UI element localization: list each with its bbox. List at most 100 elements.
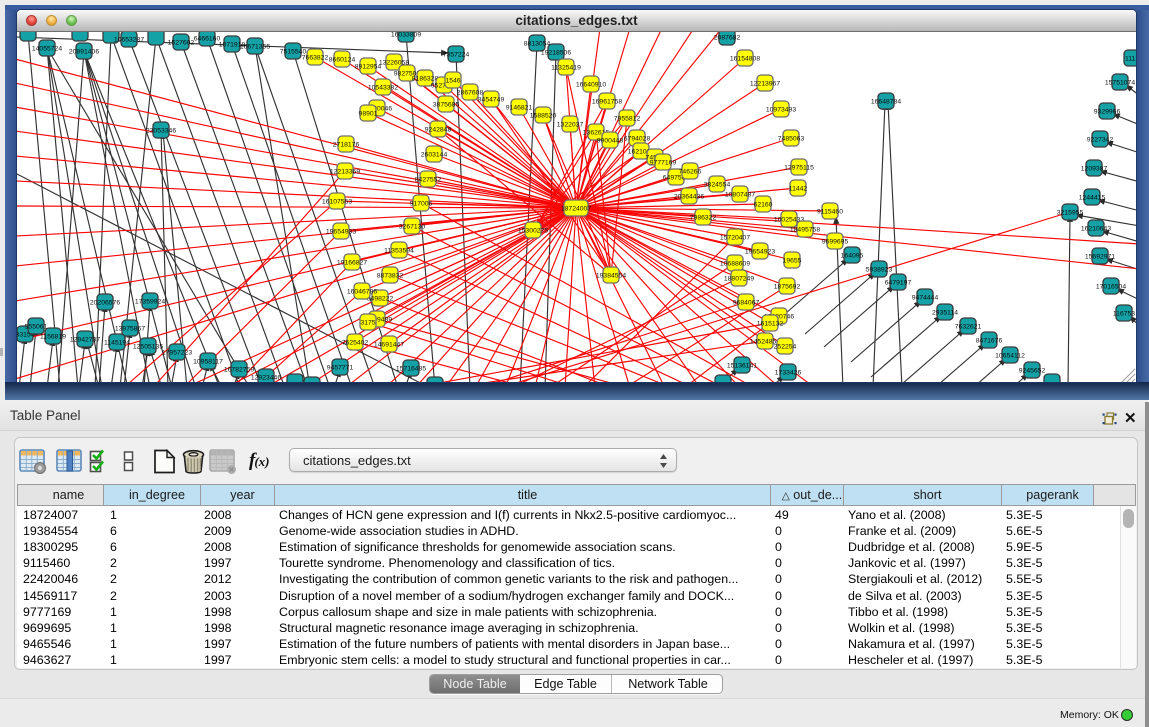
svg-text:12505135: 12505135 xyxy=(133,343,163,350)
svg-text:164095: 164095 xyxy=(841,252,864,259)
svg-text:8498222: 8498222 xyxy=(367,295,394,302)
svg-text:252254: 252254 xyxy=(774,343,797,350)
svg-text:1322037: 1322037 xyxy=(557,121,584,128)
svg-text:10654112: 10654112 xyxy=(995,352,1025,359)
svg-text:15136141: 15136141 xyxy=(727,362,757,369)
svg-text:13975867: 13975867 xyxy=(115,325,145,332)
svg-text:15751074: 15751074 xyxy=(1105,79,1135,86)
svg-text:12923446: 12923446 xyxy=(251,374,281,381)
svg-text:9474444: 9474444 xyxy=(912,294,939,301)
svg-text:12213967: 12213967 xyxy=(750,80,780,87)
svg-text:7663822: 7663822 xyxy=(302,54,329,61)
svg-text:17957223: 17957223 xyxy=(162,349,192,356)
svg-text:1244415: 1244415 xyxy=(1079,194,1106,201)
svg-text:19655: 19655 xyxy=(783,257,802,264)
svg-text:12213369: 12213369 xyxy=(330,168,360,175)
svg-text:20364436: 20364436 xyxy=(674,193,704,200)
svg-text:16033809: 16033809 xyxy=(391,32,421,38)
svg-text:19654923: 19654923 xyxy=(745,248,775,255)
svg-text:3215955: 3215955 xyxy=(1057,209,1084,216)
svg-text:11442: 11442 xyxy=(789,185,808,192)
svg-text:20206576: 20206576 xyxy=(90,299,120,306)
svg-text:6794028: 6794028 xyxy=(624,135,651,142)
svg-text:9900448: 9900448 xyxy=(597,137,624,144)
svg-text:2935114: 2935114 xyxy=(932,309,958,316)
svg-text:7357224: 7357224 xyxy=(443,51,470,58)
svg-text:555061: 555061 xyxy=(25,323,48,330)
svg-text:17016504: 17016504 xyxy=(1096,283,1126,290)
svg-text:9329966: 9329966 xyxy=(1094,108,1121,115)
svg-text:19218506: 19218506 xyxy=(541,49,571,56)
svg-text:2718176: 2718176 xyxy=(333,141,360,148)
svg-text:14055724: 14055724 xyxy=(32,45,62,52)
svg-text:15692971: 15692971 xyxy=(1085,253,1115,260)
svg-text:10543382: 10543382 xyxy=(368,84,398,91)
svg-text:62160: 62160 xyxy=(754,201,773,208)
svg-text:18495758: 18495758 xyxy=(790,226,820,233)
svg-text:14691447: 14691447 xyxy=(374,341,404,348)
svg-text:9684067: 9684067 xyxy=(733,299,760,306)
svg-text:3267130: 3267130 xyxy=(399,223,426,230)
svg-text:10973493: 10973493 xyxy=(766,106,796,113)
svg-text:8813054: 8813054 xyxy=(524,40,551,47)
svg-text:11325419: 11325419 xyxy=(551,64,581,71)
svg-text:15300275: 15300275 xyxy=(518,227,548,234)
svg-text:19654933: 19654933 xyxy=(326,228,356,235)
svg-text:9227342: 9227342 xyxy=(1087,136,1114,143)
svg-text:7485063: 7485063 xyxy=(778,135,805,142)
svg-text:2087682: 2087682 xyxy=(714,34,741,41)
svg-text:8427552: 8427552 xyxy=(415,176,442,183)
svg-text:746266: 746266 xyxy=(679,168,702,175)
svg-text:1112: 1112 xyxy=(1125,55,1136,62)
svg-text:8471676: 8471676 xyxy=(976,337,1003,344)
svg-text:9777169: 9777169 xyxy=(650,159,677,166)
svg-text:6466160: 6466160 xyxy=(194,35,221,42)
svg-text:8454749: 8454749 xyxy=(478,96,505,103)
svg-text:12975115: 12975115 xyxy=(784,164,814,171)
svg-text:1527602: 1527602 xyxy=(168,39,195,46)
svg-text:8873832: 8873832 xyxy=(377,272,404,279)
svg-text:16961758: 16961758 xyxy=(592,98,622,105)
svg-text:19384554: 19384554 xyxy=(596,272,626,279)
svg-text:16107553: 16107553 xyxy=(322,198,352,205)
svg-text:8186328: 8186328 xyxy=(412,75,439,82)
svg-text:1145194: 1145194 xyxy=(104,339,130,346)
svg-text:1875692: 1875692 xyxy=(774,283,801,290)
svg-text:3875685: 3875685 xyxy=(433,101,460,108)
svg-text:5938923: 5938923 xyxy=(866,266,893,273)
svg-text:1733426: 1733426 xyxy=(775,369,802,376)
svg-text:9146821: 9146821 xyxy=(506,104,533,111)
svg-text:6479197: 6479197 xyxy=(885,279,912,286)
svg-text:20891406: 20891406 xyxy=(69,48,99,55)
svg-text:10653287: 10653287 xyxy=(114,36,144,43)
svg-text:16671355: 16671355 xyxy=(240,43,270,50)
svg-text:12942737: 12942737 xyxy=(70,336,100,343)
svg-text:116753: 116753 xyxy=(1113,310,1135,317)
svg-text:11353594: 11353594 xyxy=(384,247,414,254)
svg-text:10958117: 10958117 xyxy=(193,358,223,365)
svg-text:17359924: 17359924 xyxy=(135,298,165,305)
svg-text:16046786: 16046786 xyxy=(347,288,377,295)
svg-text:10807487: 10807487 xyxy=(725,191,755,198)
svg-text:9242848: 9242848 xyxy=(425,126,452,133)
svg-text:7625402: 7625402 xyxy=(342,339,369,346)
svg-text:7632621: 7632621 xyxy=(955,323,982,330)
svg-text:15720407: 15720407 xyxy=(720,234,750,241)
svg-text:2867608: 2867608 xyxy=(457,89,484,96)
svg-text:917006: 917006 xyxy=(410,200,433,207)
svg-text:2603144: 2603144 xyxy=(421,151,448,158)
svg-text:8660124: 8660124 xyxy=(329,56,356,63)
svg-text:1588520: 1588520 xyxy=(530,112,557,119)
svg-text:16648784: 16648784 xyxy=(871,98,901,105)
svg-text:1209387: 1209387 xyxy=(1081,165,1108,172)
svg-text:9457771: 9457771 xyxy=(327,364,354,371)
svg-text:18724007: 18724007 xyxy=(561,205,591,212)
svg-text:16782759: 16782759 xyxy=(224,366,254,373)
svg-text:98901: 98901 xyxy=(359,110,378,117)
svg-text:18807249: 18807249 xyxy=(724,275,754,282)
svg-text:16154808: 16154808 xyxy=(730,55,760,62)
svg-text:9699695: 9699695 xyxy=(822,238,849,245)
svg-text:7986322: 7986322 xyxy=(690,214,717,221)
svg-text:1615132: 1615132 xyxy=(757,320,784,327)
svg-text:1156819: 1156819 xyxy=(40,333,66,340)
